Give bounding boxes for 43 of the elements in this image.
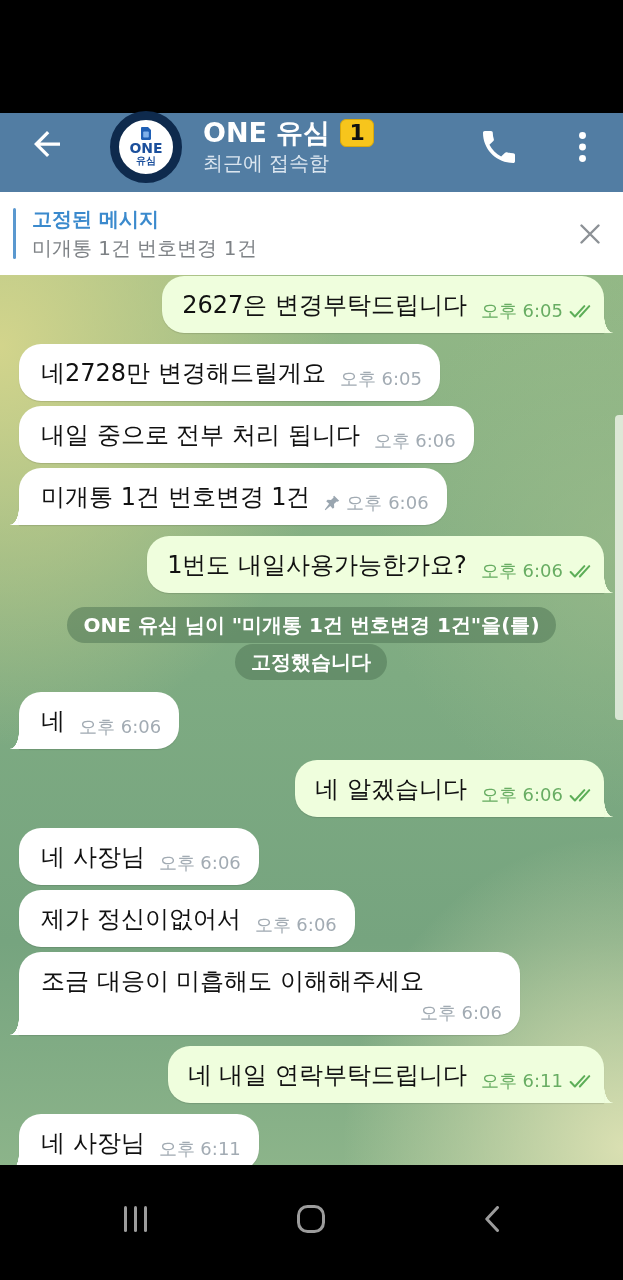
phone-icon[interactable] <box>483 130 515 163</box>
message-text: 제가 정신이없어서 <box>41 904 241 935</box>
avatar[interactable]: ONE 유심 <box>110 110 182 183</box>
message-time: 오후 6:11 <box>158 1138 241 1160</box>
pinned-message-bar[interactable]: 고정된 메시지 미개통 1건 번호변경 1건 <box>0 192 623 275</box>
recent-apps-icon[interactable] <box>124 1205 147 1232</box>
message-time: 오후 6:06 <box>254 914 337 936</box>
last-seen-status: 최근에 접속함 <box>203 149 331 177</box>
avatar-subtitle: 유심 <box>136 155 156 166</box>
message-text: 네 사장님 <box>41 1128 145 1159</box>
message-time: 오후 6:06 <box>480 560 563 582</box>
chat-title: ONE 유심 <box>203 116 331 149</box>
message-time: 오후 6:06 <box>373 430 456 452</box>
service-message: 고정했습니다 <box>235 644 388 680</box>
number-badge: 1 <box>340 118 374 147</box>
message-time: 오후 6:06 <box>158 852 241 874</box>
message-text: 네 내일 연락부탁드립니다 <box>187 1060 467 1091</box>
message-text: 조금 대응이 미흡해도 이해해주세요 <box>41 966 424 997</box>
message-time: 오후 6:06 <box>79 716 162 738</box>
message-time: 오후 6:06 <box>346 492 429 514</box>
message-text: 네 알겠습니다 <box>315 774 467 805</box>
message-text: 1번도 내일사용가능한가요? <box>167 550 467 581</box>
message-text: 내일 중으로 전부 처리 됩니다 <box>41 420 360 451</box>
pinned-title: 고정된 메시지 <box>32 205 160 233</box>
message-text: 네2728만 변경해드릴게요 <box>41 358 326 389</box>
pinned-text: 미개통 1건 번호변경 1건 <box>32 234 258 262</box>
message-time: 오후 6:05 <box>480 300 563 322</box>
more-menu-icon[interactable] <box>579 131 586 162</box>
message-time: 오후 6:06 <box>480 784 563 806</box>
message-text: 2627은 변경부탁드립니다 <box>182 290 467 321</box>
message-text: 네 <box>41 706 65 737</box>
message-time: 오후 6:11 <box>480 1070 563 1092</box>
message-time: 오후 6:05 <box>339 368 422 390</box>
message-text: 미개통 1건 번호변경 1건 <box>41 482 311 513</box>
message-text: 네 사장님 <box>41 842 145 873</box>
service-message: ONE 유심 님이 "미개통 1건 번호변경 1건"을(를) <box>67 607 556 643</box>
back-chevron-icon[interactable] <box>485 1205 499 1232</box>
sim-card-icon <box>141 127 151 140</box>
close-icon[interactable] <box>580 223 600 244</box>
message-time: 오후 6:06 <box>419 1002 502 1024</box>
back-arrow-icon[interactable] <box>34 130 60 157</box>
home-icon[interactable] <box>297 1204 325 1233</box>
avatar-title: ONE <box>129 141 163 155</box>
